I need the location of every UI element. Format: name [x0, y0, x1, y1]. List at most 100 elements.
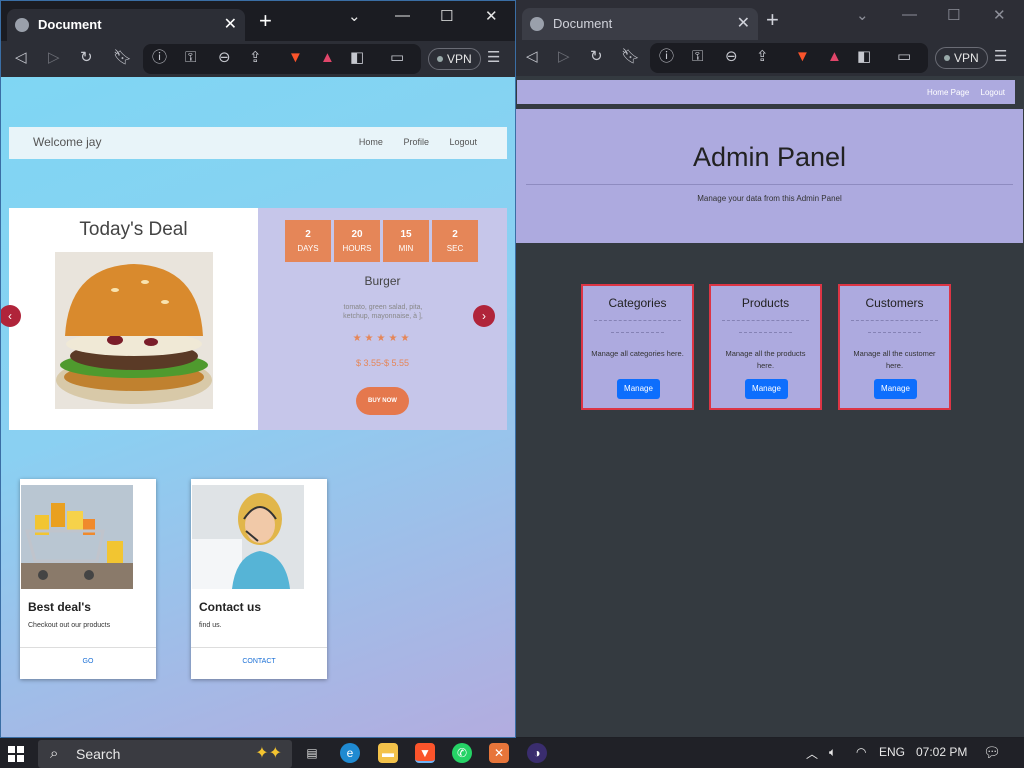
deal-title: Today's Deal: [79, 219, 188, 240]
edge-icon[interactable]: e: [340, 743, 360, 763]
support-agent-image: [192, 485, 304, 589]
volume-icon[interactable]: 🔈︎: [829, 745, 836, 760]
new-tab-button[interactable]: +: [766, 9, 779, 31]
address-bar[interactable]: ⓘ ⚿ ⊖ ⇪ ▼ ▲: [143, 44, 421, 74]
clock[interactable]: 07:02 PM: [916, 745, 967, 759]
card-contact-us: Contact us find us. CONTACT: [191, 479, 327, 679]
vpn-button[interactable]: VPN: [428, 48, 481, 70]
windows-start-icon[interactable]: [8, 746, 24, 762]
file-explorer-icon[interactable]: ▬: [378, 743, 398, 763]
page-title: Admin Panel: [692, 142, 847, 172]
key-icon[interactable]: ⚿: [185, 49, 196, 67]
close-window-button[interactable]: ✕: [993, 6, 1006, 24]
whatsapp-icon[interactable]: ✆: [452, 743, 472, 763]
chevron-down-icon[interactable]: ⌄: [348, 7, 361, 25]
carousel-next-icon[interactable]: ›: [473, 305, 495, 327]
search-icon: ⌕: [50, 745, 59, 762]
reload-icon[interactable]: ↻: [80, 49, 93, 67]
zoom-out-icon[interactable]: ⊖: [218, 49, 231, 67]
card-title: Products: [741, 296, 790, 310]
carousel-prev-icon[interactable]: ‹: [1, 305, 21, 327]
site-info-icon[interactable]: ⓘ: [659, 48, 674, 66]
browser-toolbar: ◁ ▷ ↻ 🔖︎ ⓘ ⚿ ⊖ ⇪ ▼ ▲ ◧ ▭ VPN ☰: [1, 41, 515, 77]
browser-toolbar: ◁ ▷ ↻ 🔖︎ ⓘ ⚿ ⊖ ⇪ ▼ ▲ ◧ ▭ VPN ☰: [516, 40, 1024, 76]
site-navbar: Welcome jay Home Profile Logout: [9, 127, 507, 159]
nav-profile-link[interactable]: Profile: [403, 137, 429, 147]
xampp-icon[interactable]: ✕: [489, 743, 509, 763]
browser-window-left: Document ✕ + ⌄ — ☐ ✕ ◁ ▷ ↻ 🔖︎ ⓘ ⚿ ⊖ ⇪ ▼ …: [0, 0, 516, 738]
tab-title: Document: [38, 17, 102, 32]
bookmark-icon[interactable]: 🔖︎: [113, 49, 132, 67]
vpn-button[interactable]: VPN: [935, 47, 988, 69]
menu-icon[interactable]: ☰: [994, 48, 1007, 66]
tab-document[interactable]: Document ✕: [522, 8, 758, 40]
contact-link[interactable]: CONTACT: [191, 647, 327, 665]
nav-logout-link[interactable]: Logout: [449, 137, 477, 147]
deal-carousel: Today's Deal 2 DAYS 20 HOURS 15 MIN 2 SE…: [1, 208, 507, 430]
card-description: Manage all the customer here.: [853, 349, 936, 370]
minimize-button[interactable]: —: [395, 7, 410, 24]
close-tab-icon[interactable]: ✕: [737, 13, 750, 33]
brave-shield-icon[interactable]: ▼: [795, 48, 810, 66]
task-view-icon[interactable]: ▤: [302, 743, 322, 763]
card-description: Manage all categories here.: [591, 349, 684, 358]
close-tab-icon[interactable]: ✕: [224, 14, 237, 34]
card-title: Contact us: [199, 600, 262, 614]
site-info-icon[interactable]: ⓘ: [152, 49, 167, 67]
taskbar: ⌕ Search ✦✦ ▤ e ▬ ▼ ✆ ✕ ◑ ︿ 🔈︎ ◠ ENG 07:…: [0, 738, 1024, 768]
address-bar[interactable]: ⓘ ⚿ ⊖ ⇪ ▼ ▲: [650, 43, 928, 73]
buy-now-button[interactable]: BUY NOW: [356, 387, 409, 415]
reload-icon[interactable]: ↻: [590, 48, 603, 66]
go-link[interactable]: GO: [20, 647, 156, 665]
share-icon[interactable]: ⇪: [249, 49, 262, 67]
back-icon[interactable]: ◁: [15, 49, 27, 67]
search-label: Search: [76, 746, 121, 762]
forward-icon[interactable]: ▷: [558, 48, 570, 66]
globe-icon: [530, 17, 544, 31]
sidebar-icon[interactable]: ◧: [857, 48, 871, 66]
nav-home-page-link[interactable]: Home Page: [927, 88, 969, 97]
maximize-button[interactable]: ☐: [947, 6, 960, 24]
manage-customers-button[interactable]: Manage: [874, 379, 917, 399]
card-title: Categories: [608, 296, 667, 310]
brave-browser-icon[interactable]: ▼: [415, 743, 435, 763]
chevron-up-icon[interactable]: ︿: [806, 745, 818, 762]
maximize-button[interactable]: ☐: [440, 7, 453, 25]
zoom-out-icon[interactable]: ⊖: [725, 48, 738, 66]
globe-icon: [15, 18, 29, 32]
chevron-down-icon[interactable]: ⌄: [856, 6, 869, 24]
wallet-icon[interactable]: ▭: [897, 48, 911, 66]
wallet-icon[interactable]: ▭: [390, 49, 404, 67]
manage-products-button[interactable]: Manage: [745, 379, 788, 399]
language-indicator[interactable]: ENG: [879, 745, 905, 759]
key-icon[interactable]: ⚿: [692, 48, 703, 66]
card-customers: Customers Manage all the customer here. …: [838, 284, 951, 410]
eclipse-icon[interactable]: ◑: [527, 743, 547, 763]
forward-icon[interactable]: ▷: [48, 49, 60, 67]
countdown-sec: 2 SEC: [432, 220, 478, 262]
card-subtitle: find us.: [199, 622, 222, 629]
menu-icon[interactable]: ☰: [487, 49, 500, 67]
new-tab-button[interactable]: +: [259, 10, 272, 32]
copilot-sparkle-icon[interactable]: ✦✦: [255, 743, 282, 763]
sidebar-icon[interactable]: ◧: [350, 49, 364, 67]
tab-strip: Document ✕ + ⌄ — ☐ ✕: [1, 1, 515, 41]
taskbar-search[interactable]: ⌕ Search ✦✦: [38, 740, 292, 768]
share-icon[interactable]: ⇪: [756, 48, 769, 66]
wifi-icon[interactable]: ◠: [856, 745, 866, 759]
notifications-icon[interactable]: 💬︎: [983, 744, 1001, 761]
shopping-cart-image: [21, 485, 133, 589]
back-icon[interactable]: ◁: [526, 48, 538, 66]
brave-rewards-icon[interactable]: ▲: [320, 49, 335, 67]
manage-categories-button[interactable]: Manage: [617, 379, 660, 399]
nav-home-link[interactable]: Home: [359, 137, 383, 147]
close-window-button[interactable]: ✕: [485, 7, 498, 25]
tab-document[interactable]: Document ✕: [7, 9, 245, 41]
nav-logout-link[interactable]: Logout: [981, 88, 1005, 97]
bookmark-icon[interactable]: 🔖︎: [621, 48, 640, 66]
brave-shield-icon[interactable]: ▼: [288, 49, 303, 67]
admin-navbar: Home Page Logout: [517, 80, 1015, 104]
minimize-button[interactable]: —: [902, 6, 917, 23]
admin-hero: Admin Panel Manage your data from this A…: [516, 109, 1023, 243]
brave-rewards-icon[interactable]: ▲: [827, 48, 842, 66]
